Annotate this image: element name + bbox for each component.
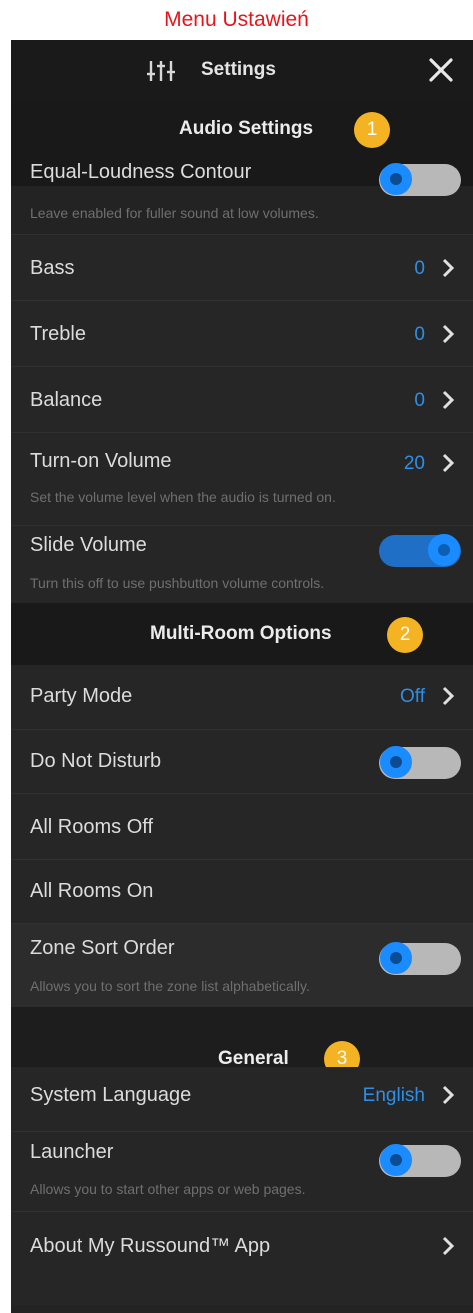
caption-title: Menu Ustawień [164, 8, 309, 31]
do-not-disturb-label: Do Not Disturb [30, 750, 162, 772]
section-general: General 3 [11, 1007, 473, 1077]
row-about-app[interactable]: About My Russound™ App [11, 1211, 473, 1305]
zone-sort-order-label: Zone Sort Order [30, 937, 175, 959]
bass-value: 0 [414, 258, 425, 279]
system-language-label: System Language [30, 1084, 192, 1106]
row-balance[interactable]: Balance 0 [11, 366, 473, 432]
turn-on-volume-label: Turn-on Volume [30, 450, 172, 472]
row-treble[interactable]: Treble 0 [11, 300, 473, 366]
chevron-right-icon [442, 1236, 455, 1256]
turn-on-volume-value: 20 [403, 453, 425, 474]
row-system-language[interactable]: System Language English [11, 1067, 473, 1131]
party-mode-label: Party Mode [30, 685, 133, 707]
equal-loudness-label-text: Equal-Loudness Contour [30, 161, 252, 183]
chevron-right-icon [442, 686, 455, 706]
launcher-toggle[interactable] [379, 1144, 461, 1177]
section-multi-room: Multi-Room Options 2 [11, 603, 473, 665]
toggle-knob [380, 1144, 412, 1176]
badge-2: 2 [387, 617, 423, 653]
equal-loudness-description: Leave enabled for fuller sound at low vo… [30, 205, 319, 221]
all-rooms-on-label: All Rooms On [30, 880, 154, 902]
bass-label: Bass [30, 257, 75, 279]
launcher-description: Allows you to start other apps or web pa… [30, 1181, 306, 1197]
all-rooms-off-label: All Rooms Off [30, 816, 153, 838]
zone-sort-order-description: Allows you to sort the zone list alphabe… [30, 978, 310, 994]
slide-volume-description: Turn this off to use pushbutton volume c… [30, 575, 325, 591]
turn-on-volume-description: Set the volume level when the audio is t… [30, 489, 336, 505]
equalizer-icon [147, 61, 175, 81]
system-language-value: English [362, 1085, 425, 1106]
slide-volume-toggle[interactable] [379, 534, 461, 567]
close-icon[interactable] [427, 56, 455, 84]
balance-value: 0 [414, 390, 425, 411]
treble-label: Treble [30, 323, 86, 345]
chevron-right-icon [442, 390, 455, 410]
about-app-label: About My Russound™ App [30, 1235, 271, 1257]
row-equal-loudness-area: Equal-Loudness Contour Leave enabled for… [11, 140, 473, 234]
chevron-right-icon [442, 258, 455, 278]
slide-volume-label: Slide Volume [30, 534, 147, 556]
toggle-knob [380, 746, 412, 778]
row-zone-sort-order[interactable]: Zone Sort Order Allows you to sort the z… [11, 923, 473, 1007]
balance-label: Balance [30, 389, 103, 411]
equal-loudness-toggle[interactable] [379, 163, 461, 196]
row-slide-volume[interactable]: Slide Volume Turn this off to use pushbu… [11, 525, 473, 603]
treble-value: 0 [414, 324, 425, 345]
launcher-label: Launcher [30, 1141, 114, 1163]
row-turn-on-volume[interactable]: Turn-on Volume 20 Set the volume level w… [11, 432, 473, 525]
row-bass[interactable]: Bass 0 [11, 234, 473, 300]
toggle-knob [380, 942, 412, 974]
toggle-knob [380, 163, 412, 195]
settings-panel: Settings Audio Settings 1 Equal-Loudness… [11, 40, 473, 1313]
chevron-right-icon [442, 324, 455, 344]
settings-header: Settings [11, 40, 473, 102]
row-all-rooms-on[interactable]: All Rooms On [11, 859, 473, 923]
zone-sort-order-toggle[interactable] [379, 942, 461, 975]
page-title: Settings [201, 59, 276, 80]
party-mode-value: Off [400, 686, 425, 707]
chevron-right-icon [442, 1085, 455, 1105]
row-all-rooms-off[interactable]: All Rooms Off [11, 793, 473, 859]
toggle-knob [428, 534, 460, 566]
do-not-disturb-toggle[interactable] [379, 746, 461, 779]
section-title-audio: Audio Settings [179, 118, 314, 139]
row-party-mode[interactable]: Party Mode Off [11, 665, 473, 729]
section-title-multiroom: Multi-Room Options [150, 623, 332, 644]
row-launcher[interactable]: Launcher Allows you to start other apps … [11, 1131, 473, 1211]
row-do-not-disturb[interactable]: Do Not Disturb [11, 729, 473, 793]
chevron-right-icon [442, 453, 455, 473]
